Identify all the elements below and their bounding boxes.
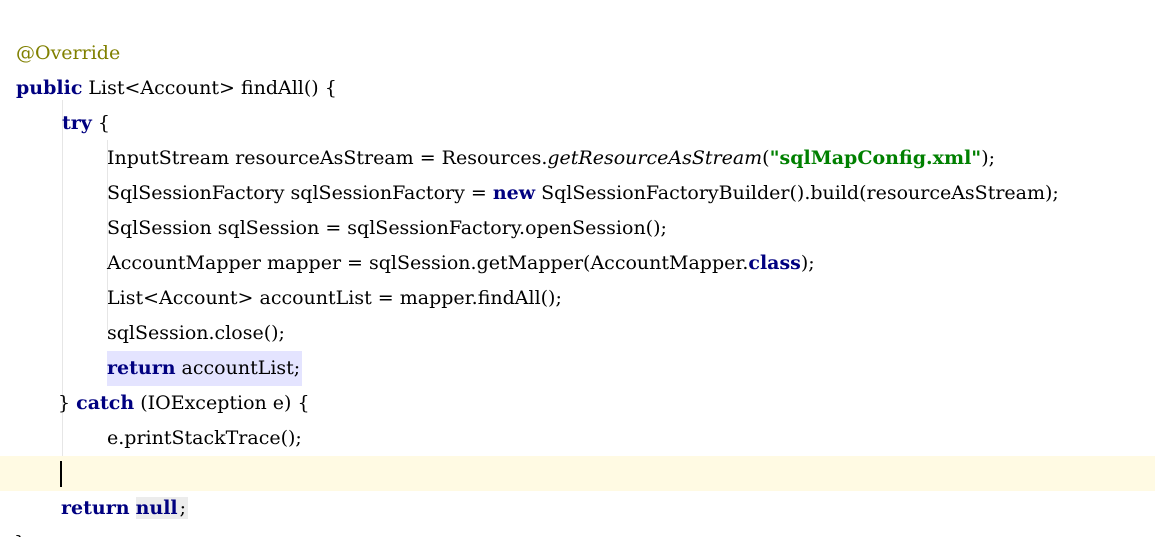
code-line-9[interactable]: sqlSession.close();: [0, 281, 1155, 344]
code-line-14-current[interactable]: return null;: [0, 456, 1155, 519]
code-line-10[interactable]: return accountList;: [0, 316, 1155, 386]
code-line-8[interactable]: List<Account> accountList = mapper.findA…: [0, 246, 1155, 309]
code-line-4[interactable]: InputStream resourceAsStream = Resources…: [0, 106, 1155, 169]
code-line-6[interactable]: SqlSession sqlSession = sqlSessionFactor…: [0, 176, 1155, 239]
code-line-12[interactable]: e.printStackTrace();: [0, 386, 1155, 449]
code-line-15[interactable]: }: [0, 491, 1155, 537]
code-line-2[interactable]: public List<Account> findAll() {: [0, 36, 1155, 99]
code-line-1[interactable]: @Override: [0, 1, 1155, 64]
code-line-7[interactable]: AccountMapper mapper = sqlSession.getMap…: [0, 211, 1155, 274]
code-line-11[interactable]: } catch (IOException e) {: [0, 351, 1155, 414]
code-line-3[interactable]: try {: [0, 71, 1155, 134]
text-caret: [60, 461, 62, 487]
code-line-13[interactable]: }: [0, 421, 1155, 484]
code-line-5[interactable]: SqlSessionFactory sqlSessionFactory = ne…: [0, 141, 1155, 204]
code-editor[interactable]: @Override public List<Account> findAll()…: [0, 0, 1155, 537]
method-close-brace: }: [14, 526, 26, 537]
